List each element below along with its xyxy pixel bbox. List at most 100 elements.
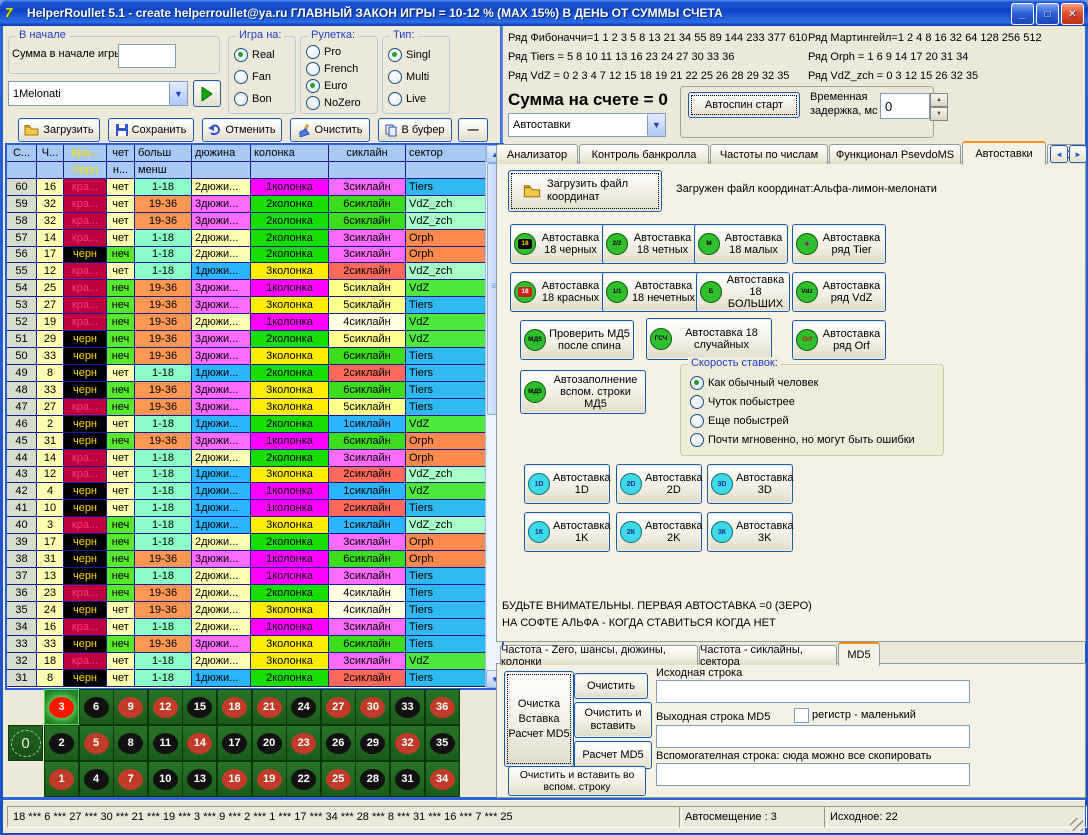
roulette-cell-36[interactable]: 36 [425,689,460,725]
autobet-row-tier-button[interactable]: ✦ Автоставка ряд Tier [792,224,886,264]
mode-combobox[interactable]: Автоставки ▼ [508,113,666,137]
roulette-cell-29[interactable]: 29 [355,725,390,761]
md5-clear-button[interactable]: Очистить [574,673,648,699]
autobet-18-black-button[interactable]: 18 Автоставка 18 черных [510,224,606,264]
roulette-cell-4[interactable]: 4 [79,761,114,797]
chevron-down-icon[interactable]: ▼ [647,114,665,136]
roulette-cell-27[interactable]: 27 [321,689,356,725]
roulette-cell-25[interactable]: 25 [321,761,356,797]
roulette-cell-20[interactable]: 20 [252,725,287,761]
tab-analizator[interactable]: Анализатор [496,144,578,164]
autobet-18-small-button[interactable]: М Автоставка 18 малых [694,224,788,264]
roulette-cell-32[interactable]: 32 [390,725,425,761]
md5-aux-input[interactable] [656,763,970,786]
roulette-cell-18[interactable]: 18 [217,689,252,725]
tab-bankroll-control[interactable]: Контроль банкролла [579,144,709,164]
radio-nozero[interactable]: NoZero [306,96,361,110]
collapse-button[interactable]: — [458,118,488,142]
tab-psevdoms[interactable]: Функционал PsevdoMS [829,144,961,164]
save-button[interactable]: Сохранить [108,118,194,142]
autobet-18-even-button[interactable]: 2/2 Автоставка 18 четных [602,224,698,264]
radio-bon[interactable]: Bon [234,92,272,106]
delay-spinner[interactable]: 0 ▲ ▼ [880,93,948,121]
autobet-2d-button[interactable]: 2D Автоставка 2D [616,464,702,504]
roulette-cell-14[interactable]: 14 [182,725,217,761]
roulette-cell-16[interactable]: 16 [217,761,252,797]
roulette-cell-34[interactable]: 34 [425,761,460,797]
chevron-down-icon[interactable]: ▼ [169,82,187,105]
close-button[interactable]: ✕ [1061,3,1084,25]
roulette-cell-23[interactable]: 23 [286,725,321,761]
spin-up-icon[interactable]: ▲ [930,93,948,107]
roulette-cell-33[interactable]: 33 [390,689,425,725]
radio-fan[interactable]: Fan [234,70,271,84]
roulette-cell-17[interactable]: 17 [217,725,252,761]
tab-freq-zero-chances[interactable]: Частота - Zero, шансы, дюжины, колонки [500,645,698,665]
tab-number-frequencies[interactable]: Частоты по числам [710,144,828,164]
preset-combobox[interactable]: 1Melonati ▼ [8,81,188,106]
roulette-cell-15[interactable]: 15 [182,689,217,725]
play-button[interactable] [193,80,221,107]
minimize-button[interactable]: _ [1011,3,1034,25]
autobet-18-red-button[interactable]: 18 Автоставка 18 красных [510,272,606,312]
radio-singl[interactable]: Singl [388,48,430,62]
autobet-18-big-button[interactable]: Б Автоставка 18 БОЛЬШИХ [696,272,790,312]
autospin-start-button[interactable]: Автоспин старт [688,92,800,118]
radio-speed-even-faster[interactable]: Еще побыстрей [690,414,789,428]
roulette-cell-12[interactable]: 12 [148,689,183,725]
roulette-cell-21[interactable]: 21 [252,689,287,725]
autobet-18-random-button[interactable]: ГСЧ Автоставка 18 случайных [646,318,772,360]
roulette-cell-26[interactable]: 26 [321,725,356,761]
roulette-cell-1[interactable]: 1 [44,761,79,797]
load-button[interactable]: Загрузить [18,118,100,142]
radio-multi[interactable]: Multi [388,70,429,84]
radio-speed-instant[interactable]: Почти мгновенно, но могут быть ошибки [690,433,915,447]
roulette-cell-28[interactable]: 28 [355,761,390,797]
radio-euro[interactable]: Euro [306,79,347,93]
roulette-cell-2[interactable]: 2 [44,725,79,761]
roulette-cell-22[interactable]: 22 [286,761,321,797]
spin-down-icon[interactable]: ▼ [930,107,948,121]
md5-source-input[interactable] [656,680,970,703]
roulette-cell-31[interactable]: 31 [390,761,425,797]
roulette-cell-11[interactable]: 11 [148,725,183,761]
tab-freq-siklain-sectors[interactable]: Частота - сиклайны, сектора [699,645,837,665]
autofill-md5-aux-button[interactable]: МД5 Автозаполнение вспом. строки МД5 [520,370,646,414]
check-md5-after-spin-button[interactable]: МД5 Проверить МД5 после спина [520,320,634,360]
tab-scroll-left-icon[interactable]: ◄ [1050,145,1068,163]
roulette-cell-7[interactable]: 7 [113,761,148,797]
tab-autostavki[interactable]: Автоставки [962,141,1046,165]
roulette-cell-3[interactable]: 3 [44,689,79,725]
roulette-cell-24[interactable]: 24 [286,689,321,725]
roulette-cell-13[interactable]: 13 [182,761,217,797]
radio-real[interactable]: Real [234,48,275,62]
roulette-cell-zero[interactable]: 0 [8,725,43,761]
radio-french[interactable]: French [306,62,358,76]
roulette-cell-19[interactable]: 19 [252,761,287,797]
autobet-3d-button[interactable]: 3D Автоставка 3D [707,464,793,504]
md5-clear-paste-calc-button[interactable]: Очистка Вставка Расчет MD5 [504,671,574,767]
roulette-cell-8[interactable]: 8 [113,725,148,761]
autobet-18-odd-button[interactable]: 1/1 Автоставка 18 нечетных [602,272,700,312]
roulette-cell-30[interactable]: 30 [355,689,390,725]
roulette-cell-35[interactable]: 35 [425,725,460,761]
roulette-cell-10[interactable]: 10 [148,761,183,797]
autobet-2k-button[interactable]: 2К Автоставка 2K [616,512,702,552]
radio-speed-human[interactable]: Как обычный человек [690,376,818,390]
start-sum-input[interactable] [118,44,176,68]
radio-live[interactable]: Live [388,92,426,106]
autobet-1d-button[interactable]: 1D Автоставка 1D [524,464,610,504]
register-checkbox[interactable] [794,708,809,723]
roulette-cell-9[interactable]: 9 [113,689,148,725]
radio-speed-faster[interactable]: Чуток побыстрее [690,395,795,409]
load-coords-file-button[interactable]: Загрузить файл координат [508,170,662,212]
undo-button[interactable]: Отменить [202,118,282,142]
radio-pro[interactable]: Pro [306,45,341,59]
md5-calc-button[interactable]: Расчет MD5 [574,741,652,769]
autobet-3k-button[interactable]: 3К Автоставка 3K [707,512,793,552]
delay-value[interactable]: 0 [880,93,930,119]
md5-clear-and-paste-button[interactable]: Очистить и вставить [574,702,652,738]
tab-md5-bottom[interactable]: MD5 [838,642,880,666]
tab-scroll-right-icon[interactable]: ► [1069,145,1087,163]
maximize-button[interactable]: □ [1036,3,1059,25]
